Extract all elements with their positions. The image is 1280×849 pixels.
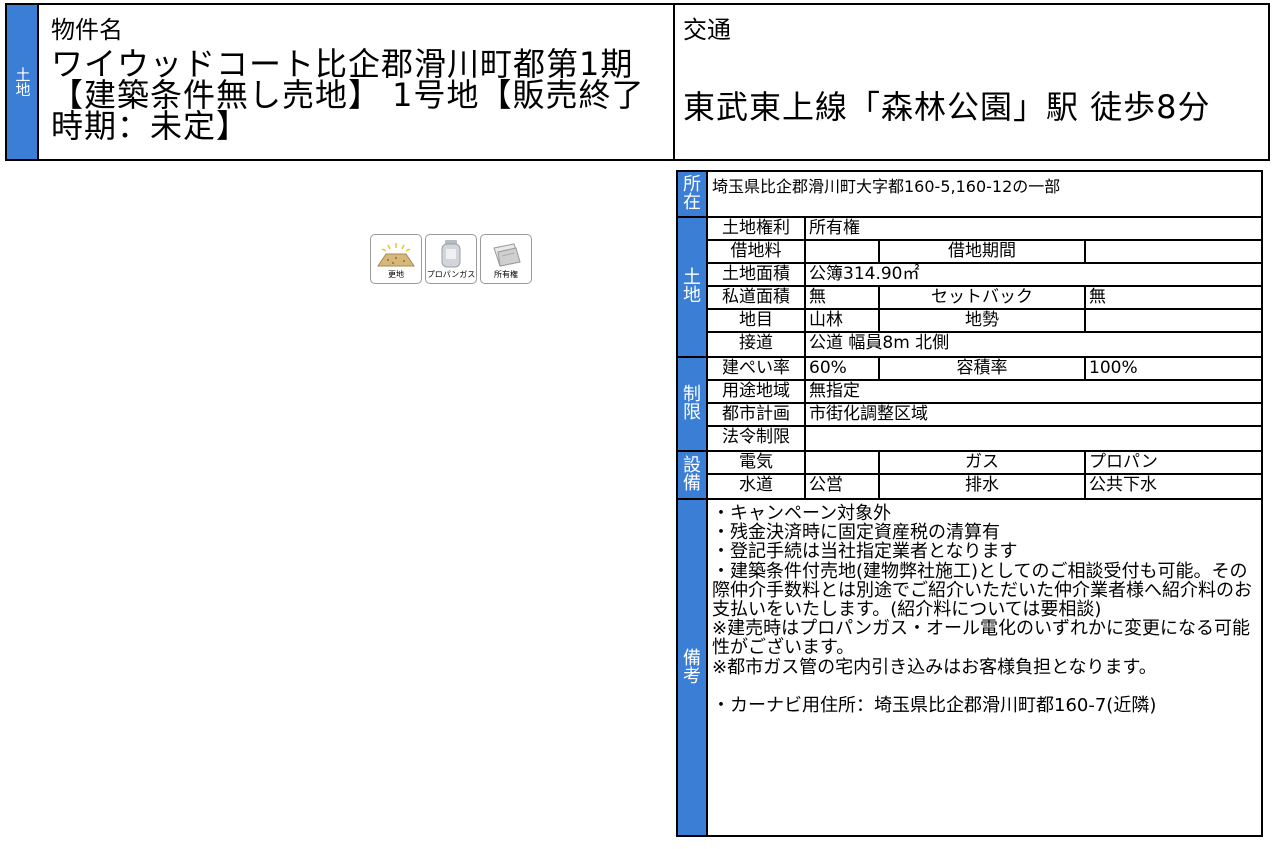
remarks-tab: 備考 <box>678 500 708 835</box>
legal-restrictions-label: 法令制限 <box>708 427 806 450</box>
property-header: 土地 物件名 ワイウッドコート比企郡滑川町都第1期【建築条件無し売地】 1号地【… <box>5 3 1270 161</box>
city-planning-value: 市街化調整区域 <box>806 404 1261 427</box>
location-section: 所在 埼玉県比企郡滑川町大字都160-5,160-12の一部 <box>678 172 1261 218</box>
property-detail-table: 所在 埼玉県比企郡滑川町大字都160-5,160-12の一部 土地 土地権利 所… <box>676 170 1263 837</box>
private-road-label: 私道面積 <box>708 287 806 310</box>
road-access-label: 接道 <box>708 333 806 356</box>
zoning-label: 用途地域 <box>708 381 806 404</box>
lease-fee-value <box>806 241 880 264</box>
coverage-ratio-value: 60% <box>806 358 880 381</box>
drainage-value: 公共下水 <box>1089 475 1157 495</box>
icon-label-propane: プロパンガス <box>426 270 476 279</box>
restrictions-tab: 制限 <box>678 358 708 450</box>
land-section: 土地 土地権利 所有権 借地料 借地期間 土地面積 公簿314.90㎡ 私道面積… <box>678 218 1261 358</box>
terrain-value <box>1086 310 1261 333</box>
gas-value: プロパン <box>1086 452 1261 475</box>
remarks-text: ・キャンペーン対象外 ・残金決済時に固定資産税の清算有 ・登記手続は当社指定業者… <box>712 503 1252 717</box>
lease-period-label: 借地期間 <box>880 241 1086 264</box>
facilities-grid: 電気 ガス プロパン 水道 公営 排水 公共下水 <box>708 452 1261 498</box>
setback-label: セットバック <box>880 287 1086 310</box>
property-name-cell: 物件名 ワイウッドコート比企郡滑川町都第1期【建築条件無し売地】 1号地【販売終… <box>39 5 675 159</box>
land-rights-value: 所有権 <box>806 218 1261 241</box>
restrictions-section: 制限 建ぺい率 60% 容積率 100% 用途地域 無指定 都市計画 市街化調整… <box>678 358 1261 452</box>
propane-gas-icon: プロパンガス <box>425 234 477 284</box>
location-tab: 所在 <box>678 172 708 216</box>
land-tab: 土地 <box>678 218 708 356</box>
setback-value: 無 <box>1086 287 1261 310</box>
floor-area-ratio-label: 容積率 <box>880 358 1086 381</box>
water-label: 水道 <box>708 475 806 498</box>
lease-fee-label: 借地料 <box>708 241 806 264</box>
floor-area-ratio-value: 100% <box>1086 358 1261 381</box>
remarks-section: 備考 ・キャンペーン対象外 ・残金決済時に固定資産税の清算有 ・登記手続は当社指… <box>678 500 1261 835</box>
zoning-value: 無指定 <box>806 381 1261 404</box>
gas-label: ガス <box>880 452 1086 475</box>
facilities-section: 設備 電気 ガス プロパン 水道 公営 排水 公共下水 <box>678 452 1261 500</box>
feature-icons: 更地 プロパンガス 所有権 <box>370 234 532 284</box>
property-name: ワイウッドコート比企郡滑川町都第1期【建築条件無し売地】 1号地【販売終了時期：… <box>51 45 645 145</box>
restrictions-grid: 建ぺい率 60% 容積率 100% 用途地域 無指定 都市計画 市街化調整区域 … <box>708 358 1261 450</box>
road-access-value: 公道 幅員8m 北側 <box>809 333 950 353</box>
traffic-label: 交通 <box>683 16 731 44</box>
electricity-label: 電気 <box>708 452 806 475</box>
land-rights-label: 土地権利 <box>708 218 806 241</box>
icon-label-ownership: 所有権 <box>494 270 518 279</box>
terrain-label: 地勢 <box>880 310 1086 333</box>
vacant-land-icon: 更地 <box>370 234 422 284</box>
facilities-tab: 設備 <box>678 452 708 498</box>
location-value: 埼玉県比企郡滑川町大字都160-5,160-12の一部 <box>712 177 1061 196</box>
property-name-label: 物件名 <box>51 16 123 44</box>
ownership-icon: 所有権 <box>480 234 532 284</box>
land-category-label: 地目 <box>708 310 806 333</box>
lease-period-value <box>1086 241 1261 264</box>
city-planning-label: 都市計画 <box>708 404 806 427</box>
header-section-tab: 土地 <box>7 5 39 159</box>
traffic-cell: 交通 東武東上線「森林公園」駅 徒歩8分 <box>675 5 1268 159</box>
legal-restrictions-value <box>806 427 1261 450</box>
drainage-label: 排水 <box>880 475 1086 498</box>
coverage-ratio-label: 建ぺい率 <box>708 358 806 381</box>
traffic-value: 東武東上線「森林公園」駅 徒歩8分 <box>683 88 1211 126</box>
electricity-value <box>806 452 880 475</box>
land-grid: 土地権利 所有権 借地料 借地期間 土地面積 公簿314.90㎡ 私道面積 無 … <box>708 218 1261 356</box>
private-road-value: 無 <box>806 287 880 310</box>
icon-label-vacant-land: 更地 <box>388 270 404 279</box>
land-area-label: 土地面積 <box>708 264 806 287</box>
land-area-value: 公簿314.90㎡ <box>806 264 1261 287</box>
land-category-value: 山林 <box>806 310 880 333</box>
water-value: 公営 <box>806 475 880 498</box>
